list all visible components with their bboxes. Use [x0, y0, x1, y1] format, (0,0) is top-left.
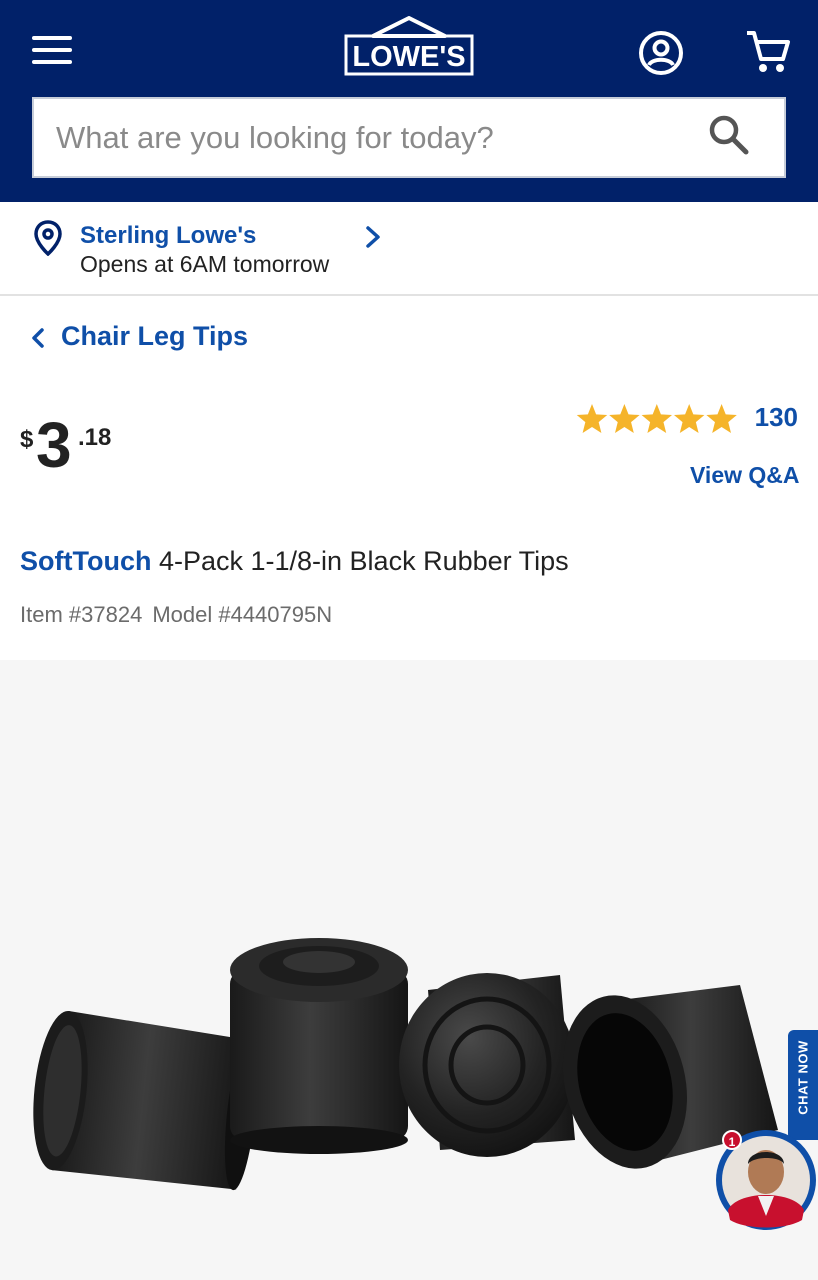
star-rating-icon [576, 404, 737, 433]
star-icon [641, 404, 673, 433]
view-qa-link[interactable]: View Q&A [690, 462, 800, 489]
search-icon[interactable] [706, 112, 752, 158]
location-pin-icon [34, 220, 62, 256]
price-cents: .18 [78, 424, 112, 451]
lowes-logo[interactable]: LOWE'S [343, 16, 475, 78]
price-whole: 3 [36, 409, 72, 481]
breadcrumb-label: Chair Leg Tips [61, 321, 249, 351]
store-hours: Opens at 6AM tomorrow [80, 251, 330, 277]
chat-notification-badge: 1 [722, 1130, 742, 1150]
store-selector[interactable]: Sterling Lowe's Opens at 6AM tomorrow [0, 202, 818, 296]
search-box [32, 97, 786, 178]
product-image-gallery[interactable] [0, 660, 818, 1280]
product-brand-link[interactable]: SoftTouch [20, 546, 151, 576]
rating-summary[interactable]: 130 [576, 400, 802, 440]
chevron-right-icon [366, 226, 380, 248]
product-title: SoftTouch 4-Pack 1-1/8-in Black Rubber T… [20, 546, 800, 577]
search-input[interactable] [34, 99, 694, 176]
product-identifiers: Item #37824 Model #4440795N [20, 602, 342, 628]
review-count: 130 [754, 402, 798, 432]
hamburger-menu-icon[interactable] [30, 34, 74, 68]
app-header: LOWE'S [0, 0, 818, 202]
star-icon [576, 404, 608, 433]
account-icon[interactable] [638, 30, 684, 76]
chevron-left-icon [32, 328, 44, 348]
logo-text: LOWE'S [352, 41, 465, 73]
store-name: Sterling Lowe's [80, 222, 257, 249]
product-name: 4-Pack 1-1/8-in Black Rubber Tips [151, 546, 569, 576]
product-image [33, 938, 778, 1191]
cart-icon[interactable] [743, 28, 791, 76]
chat-now-label: CHAT NOW [795, 1040, 811, 1115]
item-number: Item #37824 [20, 602, 143, 627]
chat-now-tab[interactable]: CHAT NOW [788, 1030, 818, 1140]
star-icon [706, 404, 737, 433]
model-number: Model #4440795N [152, 602, 333, 627]
star-icon [609, 404, 640, 433]
price-currency: $ [20, 426, 34, 453]
star-icon [673, 404, 705, 433]
